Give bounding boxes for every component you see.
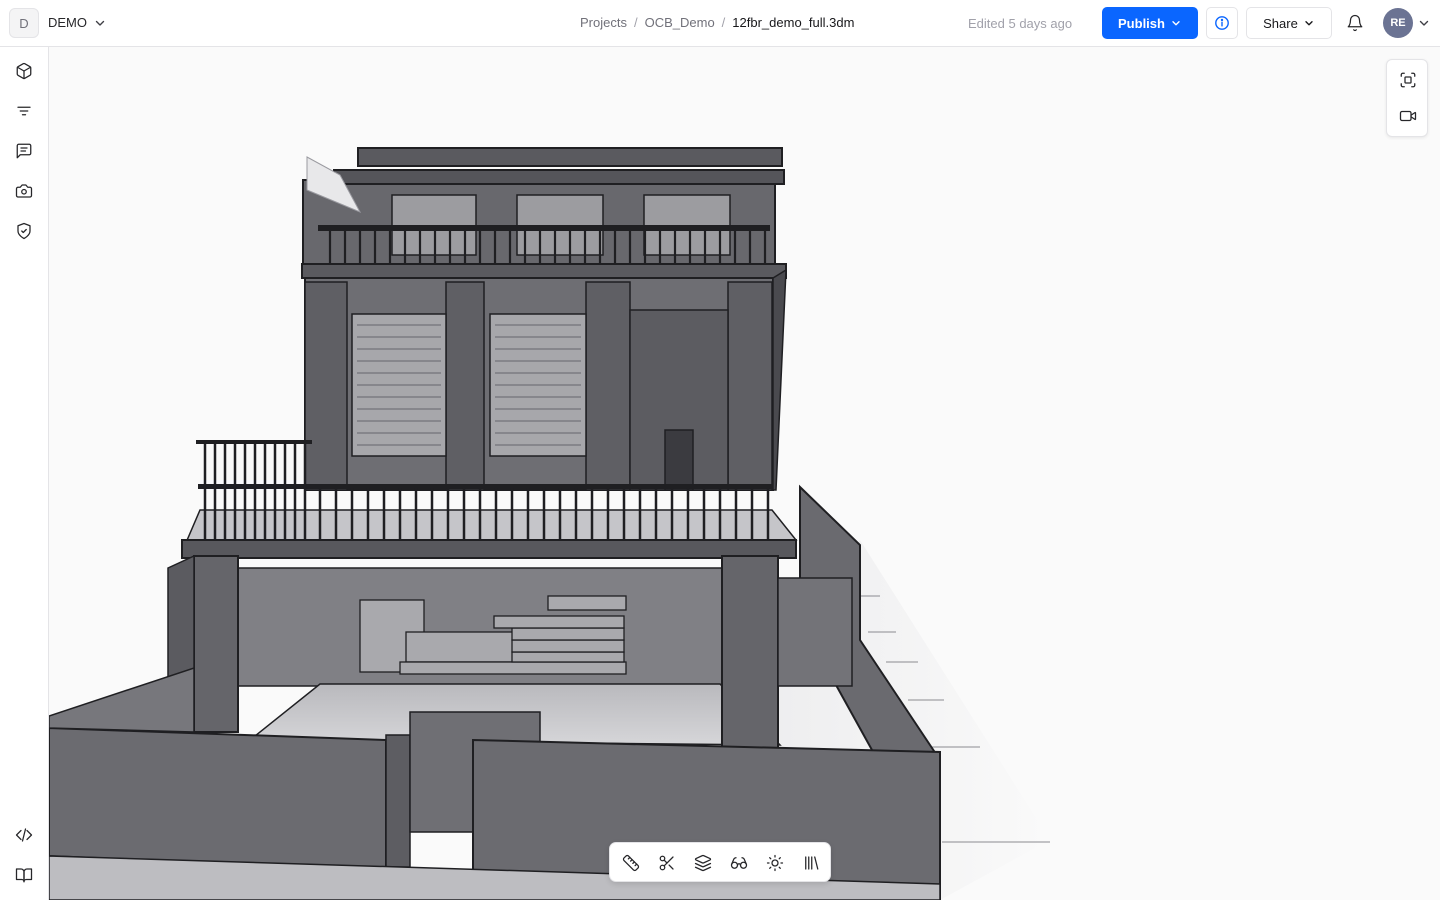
chevron-down-icon [1305, 21, 1313, 26]
notifications-button[interactable] [1344, 12, 1366, 34]
lighting-button[interactable] [763, 851, 787, 875]
book-icon [15, 868, 33, 883]
model-viewer[interactable] [49, 47, 1440, 900]
breadcrumb-file: 12fbr_demo_full.3dm [732, 15, 855, 30]
upper-floor-slab [301, 263, 787, 279]
scissors-icon [659, 855, 674, 871]
publish-button[interactable]: Publish [1102, 7, 1198, 39]
camera-view-button[interactable] [1396, 104, 1420, 128]
breadcrumb: Projects / OCB_Demo / 12fbr_demo_full.3d… [580, 15, 854, 30]
building-model[interactable] [49, 47, 1440, 900]
shield-check-icon [17, 222, 31, 240]
video-camera-icon [1399, 110, 1417, 122]
layers-button[interactable] [691, 851, 715, 875]
view-controls [1386, 59, 1428, 137]
comments-icon [16, 143, 32, 159]
breadcrumb-projects[interactable]: Projects [580, 15, 627, 30]
right-planter [777, 577, 853, 687]
upper-railing-top [318, 225, 770, 231]
top-bar: D DEMO Projects / OCB_Demo / 12fbr_demo_… [0, 0, 1440, 47]
workspace-avatar[interactable]: D [9, 8, 39, 38]
section-button[interactable] [655, 851, 679, 875]
developer-button[interactable] [12, 823, 36, 847]
models-button[interactable] [12, 59, 36, 83]
sun-icon [766, 854, 784, 872]
breadcrumb-separator: / [633, 15, 638, 30]
share-label: Share [1263, 15, 1298, 31]
front-wall-left [49, 726, 387, 872]
library-button[interactable] [799, 851, 823, 875]
code-icon [15, 828, 33, 842]
chevron-down-icon [1172, 21, 1180, 26]
middle-floor-side [772, 268, 787, 491]
filter-button[interactable] [12, 99, 36, 123]
layers-icon [694, 854, 712, 872]
roof-slab [357, 147, 783, 167]
breadcrumb-separator: / [721, 15, 726, 30]
chevron-down-icon[interactable] [93, 16, 107, 30]
zoom-extents-button[interactable] [1396, 68, 1420, 92]
user-avatar[interactable]: RE [1383, 8, 1413, 38]
balcony-slab [181, 539, 797, 559]
info-icon [1215, 16, 1229, 30]
measure-button[interactable] [619, 851, 643, 875]
bell-icon [1347, 14, 1363, 32]
camera-icon [15, 184, 33, 198]
side-railing-top [196, 440, 312, 444]
chevron-down-icon[interactable] [1417, 16, 1431, 30]
gate-post-left [385, 734, 411, 868]
filter-icon [17, 106, 31, 116]
docs-button[interactable] [12, 863, 36, 887]
focus-frame-icon [1400, 72, 1416, 88]
ruler-icon [622, 854, 640, 872]
front-wall-left-top [49, 666, 195, 733]
entry-door [664, 429, 694, 491]
publish-label: Publish [1118, 15, 1165, 31]
library-icon [805, 856, 819, 870]
cube-icon [16, 62, 32, 80]
automations-button[interactable] [12, 219, 36, 243]
left-sidebar [0, 47, 49, 900]
roof-edge [333, 169, 785, 185]
glasses-icon [730, 857, 748, 869]
breadcrumb-project[interactable]: OCB_Demo [645, 15, 715, 30]
workspace-name[interactable]: DEMO [48, 15, 87, 30]
comments-button[interactable] [12, 139, 36, 163]
info-button[interactable] [1206, 7, 1238, 39]
share-button[interactable]: Share [1246, 7, 1332, 39]
viewer-toolbar [609, 842, 831, 882]
views-button[interactable] [12, 179, 36, 203]
explode-button[interactable] [727, 851, 751, 875]
edited-status: Edited 5 days ago [968, 16, 1073, 31]
